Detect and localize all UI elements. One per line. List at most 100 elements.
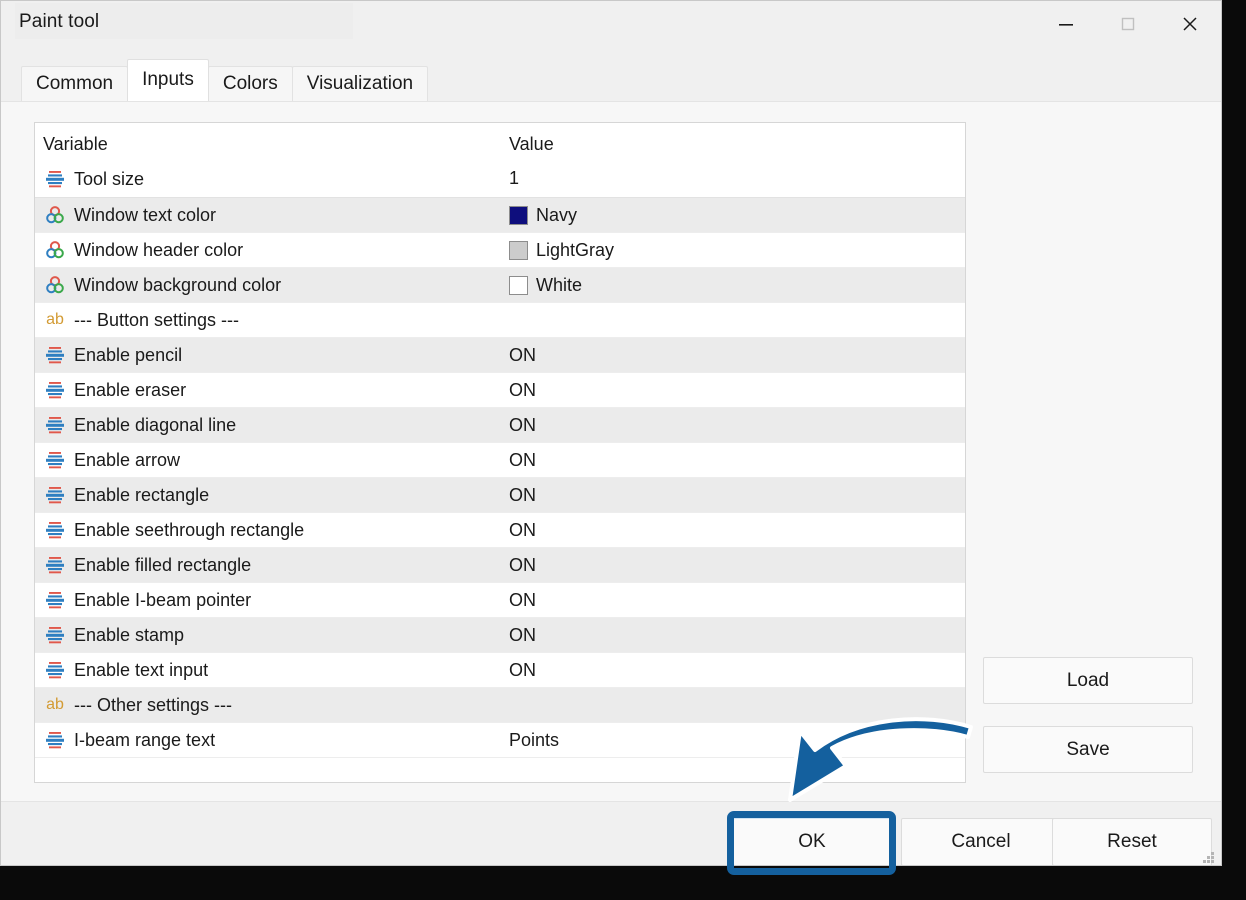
table-row-section[interactable]: ab --- Other settings --- <box>35 688 965 723</box>
table-row[interactable]: Enable pencil ON <box>35 338 965 373</box>
row-value-cell[interactable]: White <box>509 268 582 302</box>
tab-common[interactable]: Common <box>21 66 129 101</box>
row-value-cell[interactable]: ON <box>509 583 536 617</box>
row-label: Enable diagonal line <box>74 414 237 435</box>
row-value-cell[interactable]: ON <box>509 478 536 512</box>
row-variable-cell: Enable arrow <box>43 443 180 477</box>
row-label: Window background color <box>74 274 282 295</box>
row-value-label: Navy <box>536 204 578 225</box>
table-row[interactable]: Enable text input ON <box>35 653 965 688</box>
table-row[interactable]: I-beam range text Points <box>35 723 965 758</box>
table-cell-tool-size-value[interactable]: 1 <box>509 168 519 189</box>
paint-tool-window: Paint tool Common Inputs Colors Visualiz… <box>0 0 1222 866</box>
levels-icon <box>43 448 67 472</box>
row-variable-cell: I-beam range text <box>43 723 215 757</box>
row-label: Enable I-beam pointer <box>74 589 252 610</box>
dialog-footer: OK Cancel Reset <box>1 801 1221 865</box>
column-header-value[interactable]: Value <box>509 134 554 155</box>
table-row[interactable]: Enable eraser ON <box>35 373 965 408</box>
maximize-icon <box>1121 17 1135 30</box>
color-palette-icon <box>43 273 67 297</box>
close-button[interactable] <box>1159 1 1221 46</box>
color-palette-icon <box>43 238 67 262</box>
table-row[interactable]: Enable rectangle ON <box>35 478 965 513</box>
row-label: Window header color <box>74 239 244 260</box>
color-palette-icon <box>43 203 67 227</box>
row-value-label: White <box>536 274 583 295</box>
table-row[interactable]: Enable diagonal line ON <box>35 408 965 443</box>
row-label: --- Other settings --- <box>74 694 233 715</box>
minimize-button[interactable] <box>1035 1 1097 46</box>
table-row[interactable]: Window background color White <box>35 268 965 303</box>
table-header: Variable Value Tool size 1 <box>35 123 965 198</box>
row-value-cell[interactable]: ON <box>509 618 536 652</box>
row-value-cell[interactable]: ON <box>509 513 536 547</box>
row-value-cell[interactable]: ON <box>509 548 536 582</box>
table-row[interactable]: Window header color LightGray <box>35 233 965 268</box>
tab-list: Common Inputs Colors Visualization <box>21 59 429 101</box>
row-label: --- Button settings --- <box>74 309 240 330</box>
row-variable-cell: Enable rectangle <box>43 478 209 512</box>
row-variable-cell: Enable diagonal line <box>43 408 236 442</box>
row-value-cell[interactable]: ON <box>509 408 536 442</box>
maximize-button[interactable] <box>1097 1 1159 46</box>
cancel-button[interactable]: Cancel <box>901 818 1061 865</box>
row-value-cell[interactable]: ON <box>509 338 536 372</box>
row-variable-cell: Enable seethrough rectangle <box>43 513 304 547</box>
title-bar[interactable]: Paint tool <box>1 1 1221 46</box>
row-value-cell[interactable]: Points <box>509 723 559 757</box>
table-row[interactable]: Enable arrow ON <box>35 443 965 478</box>
table-row[interactable]: Enable filled rectangle ON <box>35 548 965 583</box>
save-button[interactable]: Save <box>983 726 1193 773</box>
row-label: Enable filled rectangle <box>74 554 252 575</box>
row-value-cell[interactable]: ON <box>509 443 536 477</box>
table-row-tool-size[interactable]: Tool size <box>43 167 144 191</box>
row-value-cell[interactable]: Navy <box>509 198 577 232</box>
window-controls <box>1035 1 1221 46</box>
row-variable-cell: Enable filled rectangle <box>43 548 251 582</box>
row-variable-cell: Enable pencil <box>43 338 182 372</box>
minimize-icon <box>1059 23 1073 26</box>
inputs-panel: Variable Value Tool size 1 Window text c… <box>1 101 1221 802</box>
row-value-cell[interactable]: LightGray <box>509 233 614 267</box>
row-value-cell[interactable]: ON <box>509 373 536 407</box>
tab-inputs[interactable]: Inputs <box>127 59 209 101</box>
color-swatch <box>509 205 528 225</box>
row-variable-cell: Enable stamp <box>43 618 184 652</box>
resize-grip[interactable] <box>1203 852 1215 863</box>
levels-icon <box>43 658 67 682</box>
tab-visualization[interactable]: Visualization <box>291 66 429 101</box>
row-variable-cell: Window text color <box>43 198 216 232</box>
string-ab-icon: ab <box>46 311 64 328</box>
row-label: Enable pencil <box>74 344 183 365</box>
levels-icon <box>43 553 67 577</box>
row-label: I-beam range text <box>74 729 216 750</box>
table-row[interactable]: Window text color Navy <box>35 198 965 233</box>
row-label: Enable seethrough rectangle <box>74 519 305 540</box>
row-value-cell[interactable]: ON <box>509 653 536 687</box>
row-label: Enable arrow <box>74 449 181 470</box>
row-value-label: LightGray <box>536 239 615 260</box>
inputs-table[interactable]: Variable Value Tool size 1 Window text c… <box>34 122 966 783</box>
ok-button[interactable]: OK <box>733 818 891 865</box>
load-button[interactable]: Load <box>983 657 1193 704</box>
row-variable-cell: Enable text input <box>43 653 208 687</box>
string-ab-icon: ab <box>46 696 64 713</box>
reset-button[interactable]: Reset <box>1052 818 1212 865</box>
color-swatch <box>509 275 528 295</box>
tab-colors[interactable]: Colors <box>207 66 293 101</box>
table-row[interactable]: Enable seethrough rectangle ON <box>35 513 965 548</box>
screen: Paint tool Common Inputs Colors Visualiz… <box>0 0 1246 900</box>
levels-icon <box>43 623 67 647</box>
row-variable-cell: ab --- Other settings --- <box>43 688 232 722</box>
row-variable-cell: Enable eraser <box>43 373 186 407</box>
table-row-section[interactable]: ab --- Button settings --- <box>35 303 965 338</box>
levels-icon <box>43 483 67 507</box>
color-swatch <box>509 240 528 260</box>
table-row[interactable]: Enable stamp ON <box>35 618 965 653</box>
column-header-variable[interactable]: Variable <box>43 134 108 155</box>
row-variable-cell: Window header color <box>43 233 243 267</box>
row-label: Enable rectangle <box>74 484 210 505</box>
table-row[interactable]: Enable I-beam pointer ON <box>35 583 965 618</box>
row-label: Enable stamp <box>74 624 185 645</box>
